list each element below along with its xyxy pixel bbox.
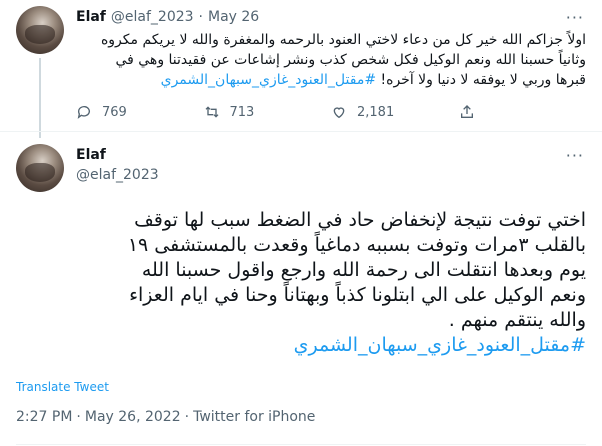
- main-author-name[interactable]: Elaf: [76, 147, 106, 163]
- bottom-divider: [16, 444, 586, 445]
- context-text-line: وثانياً حسبنا الله ونعم الوكيل فكل شخص ك…: [115, 52, 586, 68]
- tweet-divider: [0, 131, 602, 132]
- context-separator: ·: [198, 9, 203, 25]
- context-author-name[interactable]: Elaf: [76, 9, 106, 25]
- main-text-line: والله ينتقم منهم .: [448, 309, 586, 331]
- main-text-line: ونعم الوكيل على الي ابتلونا كذباً وبهتان…: [129, 284, 586, 306]
- reply-count: 769: [102, 104, 127, 120]
- context-date[interactable]: May 26: [208, 9, 259, 25]
- share-button[interactable]: [459, 104, 587, 120]
- main-tweet-text: اختي توفت نتيجة لإنخفاض حاد في الضغط سبب…: [16, 208, 586, 358]
- tweet-client[interactable]: Twitter for iPhone: [193, 409, 315, 425]
- context-text-line: قبرها وربي لا يوفقه لا دنيا ولا آخره!: [380, 72, 587, 88]
- context-more-icon[interactable]: ···: [566, 8, 584, 27]
- tweet-date[interactable]: May 26, 2022: [85, 409, 181, 425]
- main-text-line: يوم وبعدها انتقلت الى رحمة الله وارجع وا…: [141, 259, 586, 281]
- tweet-time[interactable]: 2:27 PM: [16, 409, 72, 425]
- context-tweet[interactable]: Elaf @elaf_2023 · May 26 ··· اولاً جزاكم…: [0, 0, 602, 138]
- retweet-icon: [205, 106, 218, 118]
- context-text-line-with-hashtag: قبرها وربي لا يوفقه لا دنيا ولا آخره! #م…: [76, 70, 586, 90]
- context-action-bar: 769 713 2,181: [76, 102, 586, 122]
- heart-icon: [333, 107, 345, 119]
- share-icon: [460, 105, 473, 118]
- main-handle[interactable]: @elaf_2023: [76, 167, 159, 183]
- context-header: Elaf @elaf_2023 · May 26: [76, 8, 259, 26]
- context-avatar[interactable]: [16, 6, 64, 54]
- retweet-button[interactable]: 713: [204, 104, 332, 120]
- reply-icon: [77, 106, 90, 119]
- thread-line: [39, 58, 41, 138]
- like-count: 2,181: [357, 104, 395, 120]
- context-tweet-text: اولاً جزاكم الله خير كل من دعاء لاختي ال…: [76, 30, 586, 90]
- context-text-line: اولاً جزاكم الله خير كل من دعاء لاختي ال…: [100, 32, 586, 48]
- reply-button[interactable]: 769: [76, 104, 204, 120]
- tweet-metadata: 2:27 PM · May 26, 2022 · Twitter for iPh…: [16, 409, 315, 425]
- like-button[interactable]: 2,181: [331, 104, 459, 120]
- meta-separator: ·: [184, 409, 190, 425]
- main-more-icon[interactable]: ···: [566, 146, 584, 165]
- main-text-line: اختي توفت نتيجة لإنخفاض حاد في الضغط سبب…: [134, 209, 586, 231]
- main-text-line: بالقلب ٣مرات وتوفت بسببه دماغياً وقعدت ب…: [127, 234, 586, 256]
- main-hashtag-link[interactable]: #مقتل_العنود_غازي_سبهان_الشمري: [294, 334, 586, 356]
- retweet-count: 713: [229, 104, 255, 120]
- meta-separator: ·: [76, 409, 81, 425]
- translate-tweet-link[interactable]: Translate Tweet: [16, 380, 109, 394]
- context-hashtag-link[interactable]: #مقتل_العنود_غازي_سبهان_الشمري: [161, 72, 376, 88]
- main-avatar[interactable]: [16, 144, 64, 192]
- context-handle[interactable]: @elaf_2023: [111, 9, 194, 25]
